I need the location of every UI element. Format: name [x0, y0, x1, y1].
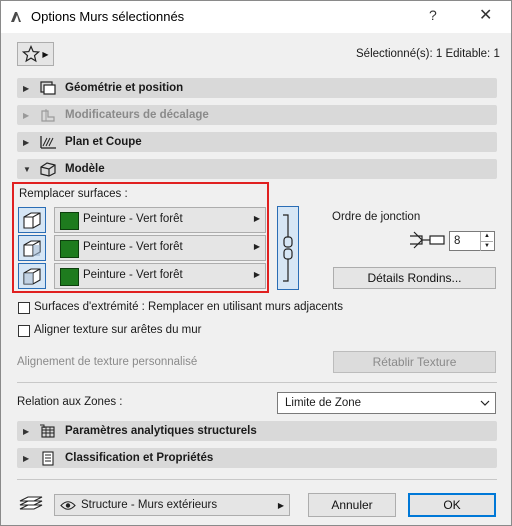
- surface-row-3: Peinture - Vert forêt ▶: [18, 263, 266, 289]
- layer-icon: [19, 496, 43, 510]
- surface-row-2: Peinture - Vert forêt ▶: [18, 235, 266, 261]
- dialog-window: Options Murs sélectionnés ? ✕ ▶ Sélectio…: [0, 0, 512, 526]
- expand-arrow-icon: ▶: [23, 426, 30, 436]
- material-swatch: [60, 212, 79, 230]
- section-classification-label: Classification et Propriétés: [65, 452, 214, 464]
- section-plan-label: Plan et Coupe: [65, 136, 142, 148]
- junction-order-input[interactable]: 8 ▲ ▼: [449, 231, 495, 251]
- junction-order-icon: [410, 231, 445, 249]
- end-surfaces-checkbox[interactable]: [18, 302, 30, 314]
- cancel-button[interactable]: Annuler: [308, 493, 396, 517]
- chevron-right-icon: ▶: [42, 49, 49, 59]
- layer-value: Structure - Murs extérieurs: [81, 499, 218, 511]
- structural-analysis-icon: [37, 423, 59, 439]
- plan-section-icon: [37, 134, 59, 150]
- layer-popup[interactable]: Structure - Murs extérieurs ▶: [54, 494, 290, 516]
- separator: [17, 479, 497, 480]
- align-texture-label: Aligner texture sur arêtes du mur: [34, 324, 202, 336]
- offset-modifier-icon: [37, 107, 59, 123]
- chevron-right-icon: ▶: [253, 270, 260, 279]
- section-model[interactable]: ▼ Modèle: [17, 159, 497, 179]
- ok-button[interactable]: OK: [408, 493, 496, 517]
- surface-row-1: Peinture - Vert forêt ▶: [18, 207, 266, 233]
- chevron-right-icon: ▶: [253, 214, 260, 223]
- zone-relation-label: Relation aux Zones :: [17, 396, 123, 408]
- surface-material-popup-3[interactable]: Peinture - Vert forêt ▶: [54, 263, 266, 289]
- classification-icon: [37, 450, 59, 466]
- surface-material-popup-1[interactable]: Peinture - Vert forêt ▶: [54, 207, 266, 233]
- section-plan[interactable]: ▶ Plan et Coupe: [17, 132, 497, 152]
- zone-relation-select[interactable]: Limite de Zone: [277, 392, 496, 414]
- override-surfaces-label: Remplacer surfaces :: [19, 188, 128, 200]
- section-geometry-label: Géométrie et position: [65, 82, 184, 94]
- junction-order-label: Ordre de jonction: [332, 211, 421, 223]
- end-surfaces-label: Surfaces d'extrémité : Remplacer en util…: [34, 301, 343, 313]
- section-structural[interactable]: ▶ Paramètres analytiques structurels: [17, 421, 497, 441]
- star-icon: [22, 45, 41, 63]
- section-model-label: Modèle: [65, 163, 105, 175]
- wall-edge-surface-icon[interactable]: [18, 235, 46, 261]
- section-offset[interactable]: ▶ Modificateurs de décalage: [17, 105, 497, 125]
- material-swatch: [60, 240, 79, 258]
- stepper-down-icon[interactable]: ▼: [480, 241, 493, 251]
- custom-texture-label: Alignement de texture personnalisé: [17, 356, 198, 368]
- surface-material-label-2: Peinture - Vert forêt: [83, 241, 183, 253]
- favorites-button[interactable]: ▶: [17, 42, 54, 66]
- chain-link-icon: [283, 214, 293, 282]
- section-classification[interactable]: ▶ Classification et Propriétés: [17, 448, 497, 468]
- close-button[interactable]: ✕: [479, 5, 492, 25]
- section-offset-label: Modificateurs de décalage: [65, 109, 209, 121]
- geometry-icon: [37, 80, 59, 96]
- chevron-down-icon: [480, 400, 490, 406]
- chevron-right-icon: ▶: [277, 501, 284, 510]
- model-icon: [37, 161, 59, 177]
- surface-material-popup-2[interactable]: Peinture - Vert forêt ▶: [54, 235, 266, 261]
- align-texture-checkbox[interactable]: [18, 325, 30, 337]
- separator: [17, 382, 497, 383]
- zone-relation-value: Limite de Zone: [285, 397, 362, 409]
- collapse-arrow-icon: ▼: [23, 164, 31, 174]
- chevron-right-icon: ▶: [253, 242, 260, 251]
- expand-arrow-icon: ▶: [23, 83, 30, 93]
- archicad-logo-icon: [11, 12, 21, 22]
- expand-arrow-icon: ▶: [23, 453, 30, 463]
- surface-material-label-3: Peinture - Vert forêt: [83, 269, 183, 281]
- stepper-up-icon[interactable]: ▲: [480, 232, 493, 241]
- reset-texture-button[interactable]: Rétablir Texture: [333, 351, 496, 373]
- eye-icon: [60, 501, 76, 510]
- selection-info: Sélectionné(s): 1 Editable: 1: [356, 48, 500, 60]
- window-title: Options Murs sélectionnés: [31, 9, 185, 24]
- help-button[interactable]: ?: [429, 7, 437, 23]
- log-details-button[interactable]: Détails Rondins...: [333, 267, 496, 289]
- section-structural-label: Paramètres analytiques structurels: [65, 425, 257, 437]
- title-bar: Options Murs sélectionnés ? ✕: [1, 1, 511, 33]
- wall-side-surface-icon[interactable]: [18, 207, 46, 233]
- junction-order-value: 8: [454, 235, 461, 247]
- surface-material-label-1: Peinture - Vert forêt: [83, 213, 183, 225]
- material-swatch: [60, 268, 79, 286]
- expand-arrow-icon: ▶: [23, 137, 30, 147]
- expand-arrow-icon: ▶: [23, 110, 30, 120]
- link-surfaces-button[interactable]: [277, 206, 299, 290]
- wall-opposite-surface-icon[interactable]: [18, 263, 46, 289]
- section-geometry[interactable]: ▶ Géométrie et position: [17, 78, 497, 98]
